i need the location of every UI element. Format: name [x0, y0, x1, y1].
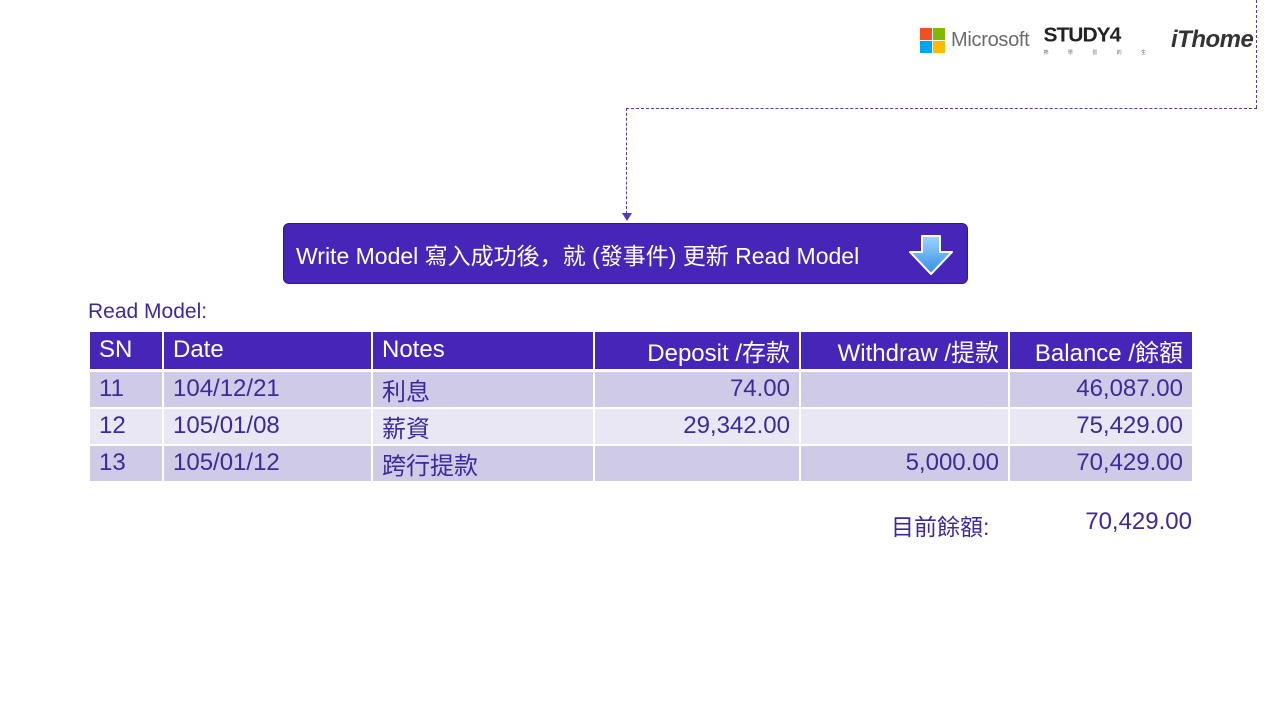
cell-date: 105/01/08 [162, 406, 373, 446]
cell-withdraw [799, 369, 1010, 409]
column-header-date: Date [162, 330, 373, 371]
cell-sn: 12 [88, 406, 164, 446]
cell-sn: 13 [88, 443, 164, 483]
microsoft-grid-icon [920, 27, 945, 53]
cell-date: 105/01/12 [162, 443, 373, 483]
cell-deposit: 29,342.00 [593, 406, 801, 446]
cell-balance: 70,429.00 [1008, 443, 1194, 483]
table-row: 12 105/01/08 薪資 29,342.00 75,429.00 [88, 406, 1194, 446]
table-row: 11 104/12/21 利息 74.00 46,087.00 [88, 369, 1194, 409]
microsoft-logo-text: Microsoft [951, 28, 1030, 51]
read-model-table: SN Date Notes Deposit /存款 Withdraw /提款 B… [88, 330, 1194, 483]
cell-deposit: 74.00 [593, 369, 801, 409]
cell-notes: 薪資 [371, 406, 595, 446]
connector-line-horizontal [626, 108, 1257, 109]
column-header-balance: Balance /餘額 [1008, 330, 1194, 371]
connector-arrowhead [622, 213, 632, 221]
logo-bar: Microsoft STUDY4 熱 學 習 的 生 iThome [920, 20, 1254, 60]
cell-date: 104/12/21 [162, 369, 373, 409]
column-header-notes: Notes [371, 330, 595, 371]
cell-withdraw: 5,000.00 [799, 443, 1010, 483]
cell-notes: 利息 [371, 369, 595, 409]
current-balance-value: 70,429.00 [1085, 508, 1192, 535]
connector-line-vertical-left [626, 108, 627, 214]
microsoft-logo: Microsoft [920, 27, 1030, 53]
column-header-sn: SN [88, 330, 164, 371]
banner-text: Write Model 寫入成功後，就 (發事件) 更新 Read Model [296, 242, 860, 269]
column-header-withdraw: Withdraw /提款 [799, 330, 1010, 371]
connector-line-vertical-right [1256, 0, 1257, 108]
update-read-model-banner: Write Model 寫入成功後，就 (發事件) 更新 Read Model [283, 223, 968, 284]
down-arrow-icon [909, 235, 953, 275]
cell-sn: 11 [88, 369, 164, 409]
table-row: 13 105/01/12 跨行提款 5,000.00 70,429.00 [88, 443, 1194, 483]
cell-deposit [593, 443, 801, 483]
cell-withdraw [799, 406, 1010, 446]
study4-logo-subtext: 熱 學 習 的 生 [1043, 49, 1155, 56]
study4-logo: STUDY4 熱 學 習 的 生 [1043, 25, 1155, 56]
column-header-deposit: Deposit /存款 [593, 330, 801, 371]
current-balance-label: 目前餘額: [891, 514, 990, 540]
read-model-label: Read Model: [88, 300, 208, 323]
cell-balance: 46,087.00 [1008, 369, 1194, 409]
table-header-row: SN Date Notes Deposit /存款 Withdraw /提款 B… [88, 330, 1194, 371]
ithome-logo: iThome [1171, 26, 1254, 53]
cell-balance: 75,429.00 [1008, 406, 1194, 446]
cell-notes: 跨行提款 [371, 443, 595, 483]
study4-logo-text: STUDY4 [1043, 24, 1121, 46]
